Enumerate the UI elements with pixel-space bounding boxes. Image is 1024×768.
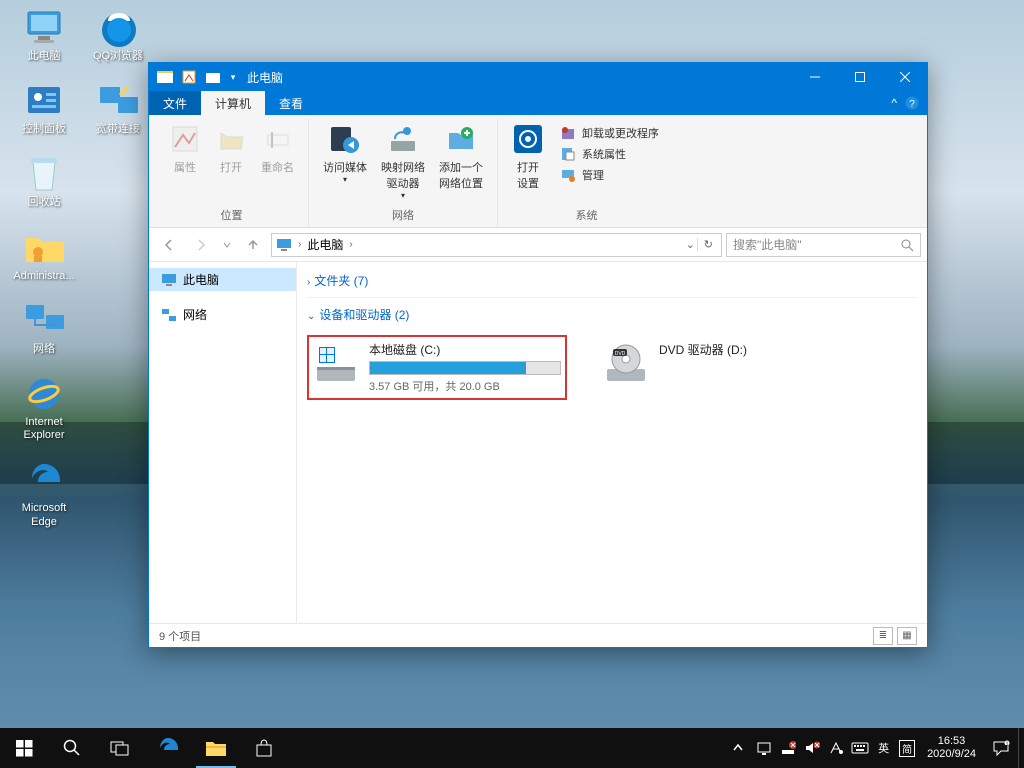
- drive-c-icon: [313, 341, 359, 387]
- desktop-icon-ie[interactable]: Internet Explorer: [8, 374, 80, 442]
- ribbon-open-settings[interactable]: 打开 设置: [506, 119, 550, 205]
- status-bar: 9 个项目 ≣ ▦: [149, 623, 927, 647]
- sidebar-item-this-pc[interactable]: 此电脑: [149, 268, 296, 291]
- ribbon-open[interactable]: 打开: [209, 119, 253, 205]
- breadcrumb-arrow-icon[interactable]: ›: [347, 239, 354, 250]
- search-placeholder: 搜索"此电脑": [733, 236, 802, 253]
- close-button[interactable]: [882, 63, 927, 91]
- maximize-button[interactable]: [837, 63, 882, 91]
- pc-icon: [276, 238, 292, 252]
- title-bar[interactable]: ▾ 此电脑: [149, 63, 927, 91]
- view-large-icons-button[interactable]: ▦: [897, 627, 917, 645]
- ribbon-rename[interactable]: 重命名: [255, 119, 300, 205]
- taskbar: 英 简 16:532020/9/24 1: [0, 728, 1024, 768]
- drive-c[interactable]: 本地磁盘 (C:) 3.57 GB 可用，共 20.0 GB: [307, 335, 567, 400]
- chevron-down-icon: ⌄: [307, 311, 315, 322]
- help-icon[interactable]: ?: [905, 96, 919, 110]
- taskbar-clock[interactable]: 16:532020/9/24: [919, 735, 984, 761]
- taskbar-store[interactable]: [240, 728, 288, 768]
- tray-ime-settings-icon[interactable]: [824, 728, 848, 768]
- desktop-icon-network[interactable]: 网络: [8, 301, 80, 356]
- desktop-icon-recycle-bin[interactable]: 回收站: [8, 154, 80, 209]
- address-dropdown-icon[interactable]: ⌄: [686, 238, 695, 251]
- tray-people-icon[interactable]: [752, 728, 776, 768]
- nav-up-button[interactable]: [239, 233, 267, 257]
- breadcrumb-root[interactable]: 此电脑: [303, 236, 347, 253]
- tray-ime-lang[interactable]: 英: [872, 740, 895, 756]
- ribbon-access-media[interactable]: 访问媒体▾: [317, 119, 373, 205]
- qat-properties-icon[interactable]: [179, 67, 199, 87]
- tab-file[interactable]: 文件: [149, 91, 201, 115]
- ribbon-collapse-icon[interactable]: ^: [891, 96, 897, 110]
- start-button[interactable]: [0, 728, 48, 768]
- ribbon-group-system-label: 系统: [576, 205, 598, 227]
- sidebar-item-network[interactable]: 网络: [149, 303, 296, 326]
- desktop-icon-edge[interactable]: Microsoft Edge: [8, 460, 80, 528]
- view-details-button[interactable]: ≣: [873, 627, 893, 645]
- qat-dropdown-icon[interactable]: ▾: [227, 67, 239, 87]
- chevron-right-icon: ›: [307, 277, 310, 288]
- drive-d-name: DVD 驱动器 (D:): [659, 341, 851, 358]
- drive-c-subtext: 3.57 GB 可用，共 20.0 GB: [369, 378, 561, 394]
- content-pane[interactable]: ›文件夹 (7) ⌄设备和驱动器 (2) 本地磁盘 (C:) 3.57 GB 可…: [297, 262, 927, 623]
- search-box[interactable]: 搜索"此电脑": [726, 233, 921, 257]
- network-icon: [161, 307, 177, 323]
- nav-back-button[interactable]: [155, 233, 183, 257]
- desktop-icons-col1: 此电脑 控制面板 回收站 Administra... 网络 Internet E…: [8, 8, 80, 529]
- nav-forward-button[interactable]: [187, 233, 215, 257]
- section-devices[interactable]: ⌄设备和驱动器 (2): [307, 302, 917, 327]
- ribbon-add-network-location[interactable]: 添加一个 网络位置: [433, 119, 489, 205]
- svg-text:?: ?: [909, 99, 915, 110]
- desktop-icon-broadband[interactable]: 宽带连接: [82, 81, 154, 136]
- taskbar-task-view-button[interactable]: [96, 728, 144, 768]
- drive-c-name: 本地磁盘 (C:): [369, 341, 561, 358]
- search-icon: [900, 238, 914, 252]
- action-center-icon[interactable]: 1: [984, 728, 1018, 768]
- tray-volume-icon[interactable]: [800, 728, 824, 768]
- drive-d[interactable]: DVD DVD 驱动器 (D:): [597, 335, 857, 400]
- ribbon-group-location-label: 位置: [221, 205, 243, 227]
- ribbon-map-drive[interactable]: 映射网络 驱动器▾: [375, 119, 431, 205]
- show-desktop-button[interactable]: [1018, 728, 1024, 768]
- nav-recent-dropdown[interactable]: [219, 233, 235, 257]
- breadcrumb-arrow-icon[interactable]: ›: [296, 239, 303, 250]
- tray-network-error-icon[interactable]: [776, 728, 800, 768]
- desktop-icons-col2: QQ浏览器 宽带连接: [82, 8, 154, 136]
- navigation-sidebar: 此电脑 网络: [149, 262, 297, 623]
- tray-keyboard-icon[interactable]: [848, 728, 872, 768]
- ribbon-uninstall[interactable]: 卸载或更改程序: [558, 123, 661, 143]
- section-folders[interactable]: ›文件夹 (7): [307, 268, 917, 293]
- qat-new-folder-icon[interactable]: [203, 67, 223, 87]
- ribbon-manage[interactable]: 管理: [558, 165, 661, 185]
- status-item-count: 9 个项目: [159, 628, 201, 644]
- address-bar[interactable]: › 此电脑 › ⌄ ↻: [271, 233, 722, 257]
- minimize-button[interactable]: [792, 63, 837, 91]
- drive-c-usage-bar: [369, 361, 561, 375]
- desktop-icon-control-panel[interactable]: 控制面板: [8, 81, 80, 136]
- tab-view[interactable]: 查看: [265, 91, 317, 115]
- pc-icon: [161, 272, 177, 288]
- taskbar-file-explorer[interactable]: [192, 728, 240, 768]
- ribbon-system-properties[interactable]: 系统属性: [558, 144, 661, 164]
- tray-ime-mode[interactable]: 简: [895, 728, 919, 768]
- ribbon-properties[interactable]: 属性: [163, 119, 207, 205]
- ribbon: 属性 打开 重命名 位置 访问媒体▾ 映射网络 驱动器▾ 添加一个 网络位置 网…: [149, 115, 927, 228]
- ribbon-tabs: 文件 计算机 查看 ^ ?: [149, 91, 927, 115]
- refresh-icon[interactable]: ↻: [697, 238, 713, 251]
- taskbar-edge[interactable]: [144, 728, 192, 768]
- desktop-icon-admin-folder[interactable]: Administra...: [8, 228, 80, 283]
- svg-text:DVD: DVD: [615, 351, 626, 357]
- navigation-bar: › 此电脑 › ⌄ ↻ 搜索"此电脑": [149, 228, 927, 262]
- window-title: 此电脑: [239, 69, 283, 86]
- tab-computer[interactable]: 计算机: [201, 91, 265, 115]
- dvd-icon: DVD: [603, 341, 649, 387]
- explorer-window: ▾ 此电脑 文件 计算机 查看 ^ ? 属性 打开 重命名 位置 访问媒体▾: [148, 62, 928, 648]
- svg-text:1: 1: [1006, 742, 1009, 748]
- desktop-icon-qq-browser[interactable]: QQ浏览器: [82, 8, 154, 63]
- ribbon-group-network-label: 网络: [392, 205, 414, 227]
- desktop-icon-this-pc[interactable]: 此电脑: [8, 8, 80, 63]
- tray-overflow-icon[interactable]: [724, 728, 752, 768]
- app-icon: [155, 67, 175, 87]
- taskbar-search-button[interactable]: [48, 728, 96, 768]
